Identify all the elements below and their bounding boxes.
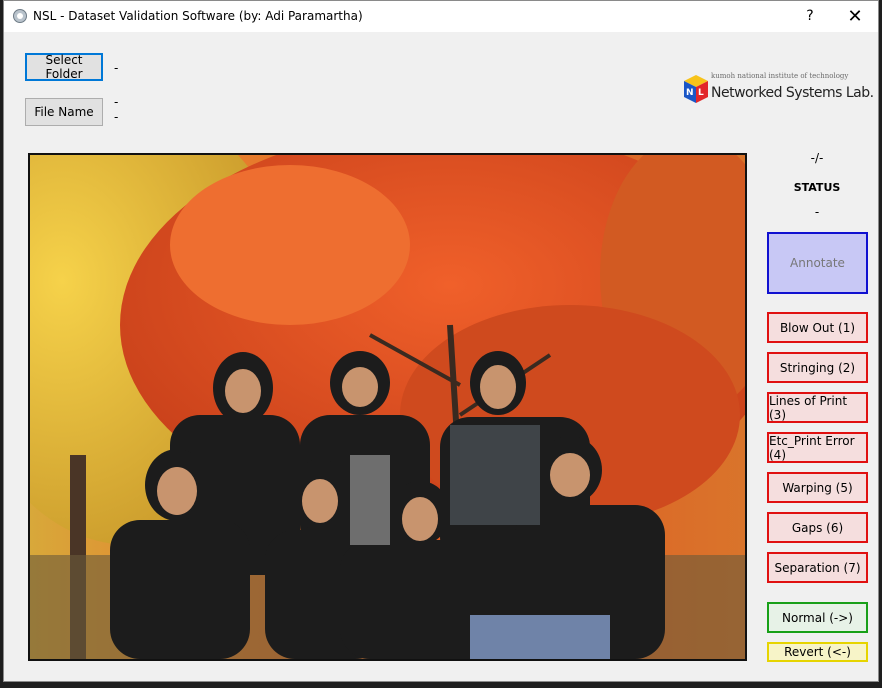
status-value: - bbox=[814, 205, 820, 219]
folder-path-value: - bbox=[114, 61, 119, 75]
preview-image bbox=[28, 153, 747, 661]
lines-of-print-button[interactable]: Lines of Print (3) bbox=[767, 392, 868, 423]
file-name-value-2: - bbox=[114, 110, 119, 124]
file-name-value-1: - bbox=[114, 95, 119, 109]
normal-next-button[interactable]: Normal (->) bbox=[767, 602, 868, 633]
progress-counter: -/- bbox=[810, 151, 824, 165]
status-heading: STATUS bbox=[793, 181, 841, 194]
warping-button[interactable]: Warping (5) bbox=[767, 472, 868, 503]
help-button[interactable]: ? bbox=[790, 1, 830, 32]
logo-subtitle: kumoh national institute of technology bbox=[711, 72, 849, 80]
app-icon bbox=[13, 9, 27, 23]
select-folder-button[interactable]: Select Folder bbox=[25, 53, 103, 81]
nsl-logo-icon: N L bbox=[684, 75, 708, 103]
separation-button[interactable]: Separation (7) bbox=[767, 552, 868, 583]
etc-print-error-button[interactable]: Etc_Print Error (4) bbox=[767, 432, 868, 463]
annotate-button[interactable]: Annotate bbox=[767, 232, 868, 294]
svg-text:N: N bbox=[686, 88, 694, 98]
gaps-button[interactable]: Gaps (6) bbox=[767, 512, 868, 543]
background-strip bbox=[0, 682, 882, 688]
window-title: NSL - Dataset Validation Software (by: A… bbox=[33, 9, 363, 23]
app-window: NSL - Dataset Validation Software (by: A… bbox=[3, 0, 879, 682]
blow-out-button[interactable]: Blow Out (1) bbox=[767, 312, 868, 343]
close-button[interactable]: ✕ bbox=[835, 1, 875, 32]
logo-name: Networked Systems Lab. bbox=[711, 85, 874, 101]
stringing-button[interactable]: Stringing (2) bbox=[767, 352, 868, 383]
file-name-button[interactable]: File Name bbox=[25, 98, 103, 126]
svg-text:L: L bbox=[698, 88, 704, 98]
title-bar[interactable]: NSL - Dataset Validation Software (by: A… bbox=[4, 1, 878, 32]
photo-illustration bbox=[30, 155, 745, 659]
revert-prev-button[interactable]: Revert (<-) bbox=[767, 642, 868, 662]
